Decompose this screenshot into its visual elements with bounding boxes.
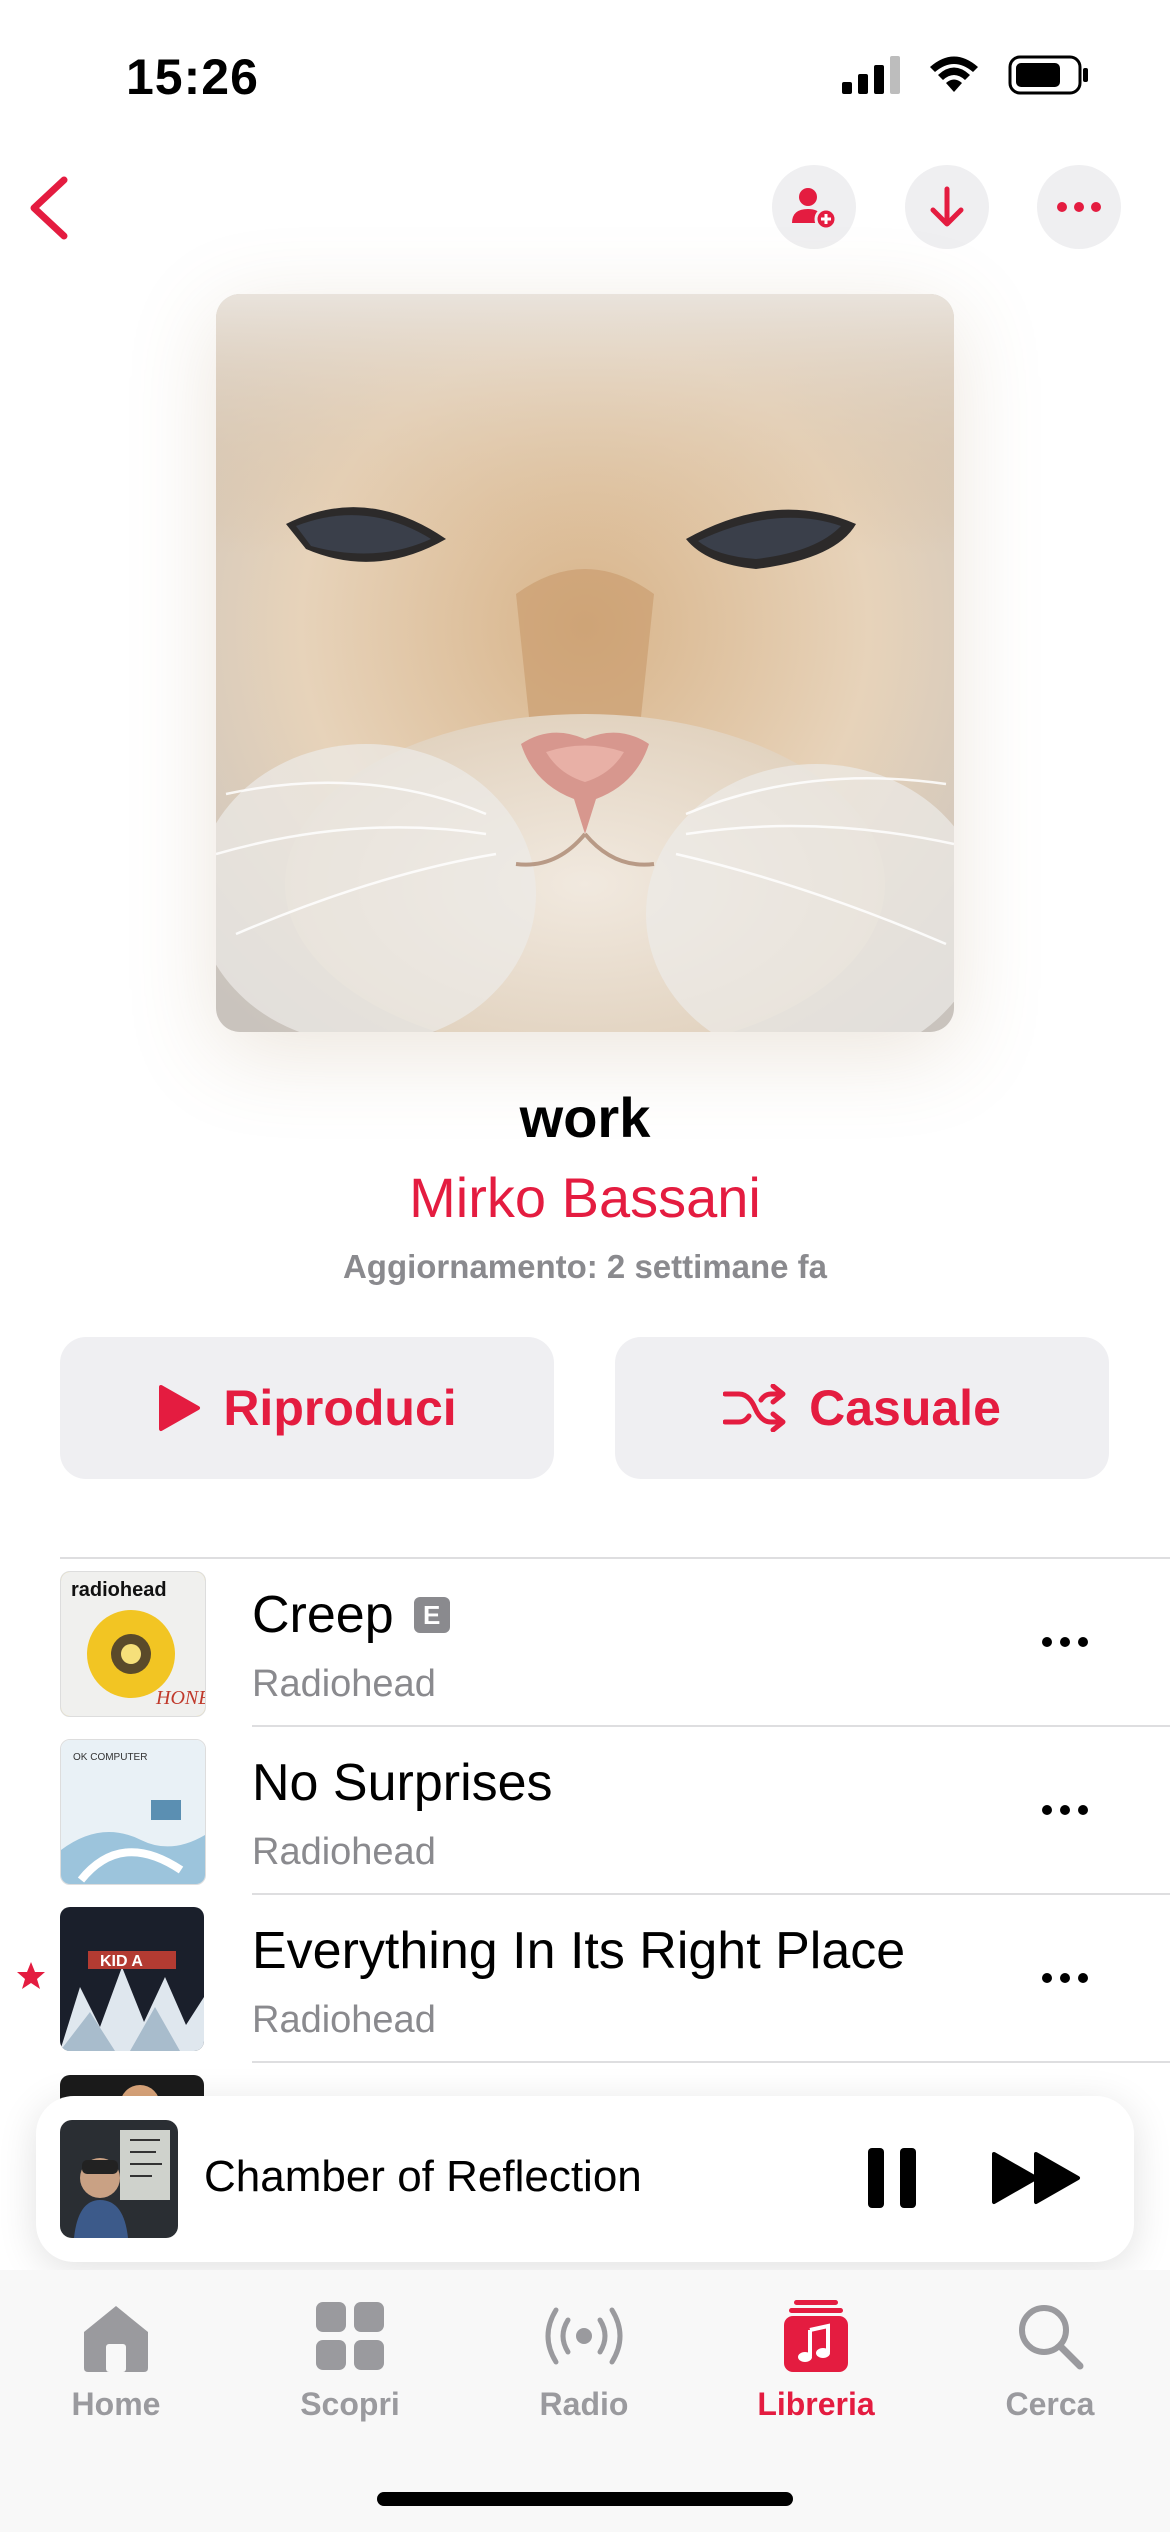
arrow-down-icon — [930, 186, 964, 227]
track-row-no-surprises[interactable]: OK COMPUTER No Surprises Radiohead — [0, 1727, 1170, 1895]
track-more-button[interactable] — [1030, 1775, 1100, 1845]
track-artwork-everything-in-its-right-place: KID A — [60, 1907, 204, 2051]
svg-text:HONEY: HONEY — [155, 1687, 205, 1709]
track-artist: Radiohead — [252, 1831, 436, 1873]
playlist-artwork — [216, 294, 954, 1032]
track-row-everything-in-its-right-place[interactable]: KID A Everything In Its Right Place Radi… — [0, 1895, 1170, 2063]
tab-libreria[interactable]: Libreria — [726, 2300, 906, 2423]
shuffle-button-label: Casuale — [809, 1380, 1001, 1436]
playlist-title: work — [519, 1086, 651, 1149]
now-playing-artwork — [60, 2120, 178, 2238]
playlist-author[interactable]: Mirko Bassani — [0, 1165, 1170, 1230]
play-button[interactable]: Riproduci — [60, 1337, 554, 1479]
tab-label: Home — [71, 2386, 161, 2422]
track-more-button[interactable] — [1030, 1607, 1100, 1677]
mini-player[interactable]: Chamber of Reflection — [36, 2096, 1134, 2262]
favorite-star-icon — [17, 1962, 45, 1989]
svg-text:radiohead: radiohead — [71, 1579, 167, 1601]
tab-label: Scopri — [300, 2386, 400, 2422]
track-artist: Radiohead — [252, 1663, 436, 1705]
shuffle-button[interactable]: Casuale — [615, 1337, 1109, 1479]
wifi-icon — [930, 56, 978, 92]
track-divider — [252, 2061, 1170, 2063]
back-button[interactable] — [20, 170, 90, 246]
svg-text:OK COMPUTER: OK COMPUTER — [73, 1752, 147, 1763]
library-music-icon — [784, 2300, 848, 2372]
cat-photo — [216, 294, 954, 1032]
track-artist: Radiohead — [252, 1999, 436, 2041]
tab-label: Cerca — [1005, 2386, 1095, 2422]
play-button-label: Riproduci — [223, 1380, 457, 1436]
ellipsis-icon — [1042, 1805, 1088, 1815]
ellipsis-icon — [1042, 1637, 1088, 1647]
now-playing-title: Chamber of Reflection — [204, 2152, 642, 2201]
pablo-honey-cover: HONEY radiohead — [61, 1572, 205, 1716]
chamber-of-reflection-cover — [60, 2120, 178, 2238]
track-artwork-creep: HONEY radiohead — [60, 1571, 206, 1717]
svg-text:KID A: KID A — [100, 1953, 143, 1970]
tab-cerca[interactable]: Cerca — [960, 2300, 1140, 2423]
track-more-button[interactable] — [1030, 1943, 1100, 2013]
pause-button[interactable] — [856, 2142, 928, 2214]
radio-broadcast-icon — [545, 2307, 623, 2365]
more-options-button[interactable] — [1037, 165, 1121, 249]
tab-label: Libreria — [757, 2386, 875, 2422]
play-icon — [159, 1385, 201, 1431]
search-icon — [1019, 2305, 1084, 2370]
ellipsis-icon — [1042, 1973, 1088, 1983]
explicit-badge: E — [413, 1597, 450, 1633]
track-title: Creep — [252, 1586, 394, 1644]
shuffle-icon — [723, 1384, 786, 1432]
status-icons — [842, 55, 1090, 95]
next-track-button[interactable] — [986, 2142, 1086, 2214]
playlist-updated: Aggiornamento: 2 settimane fa — [342, 1248, 828, 1285]
chevron-left-icon — [30, 176, 68, 240]
track-title: Everything In Its Right Place — [252, 1922, 906, 1980]
pause-icon — [868, 2148, 916, 2208]
add-collaborator-button[interactable] — [772, 165, 856, 249]
track-artwork-no-surprises: OK COMPUTER — [60, 1739, 206, 1885]
kid-a-cover: KID A — [60, 1907, 204, 2051]
tab-home[interactable]: Home — [26, 2300, 206, 2423]
home-icon — [84, 2306, 148, 2372]
download-button[interactable] — [905, 165, 989, 249]
battery-icon — [1008, 55, 1088, 95]
home-indicator — [377, 2492, 793, 2506]
cellular-signal-icon — [842, 56, 900, 94]
status-time: 15:26 — [126, 49, 259, 105]
track-title: No Surprises — [252, 1754, 553, 1812]
tab-label: Radio — [539, 2386, 629, 2422]
ok-computer-cover: OK COMPUTER — [61, 1740, 205, 1884]
ellipsis-icon — [1057, 202, 1101, 212]
grid-icon — [316, 2302, 384, 2370]
tab-radio[interactable]: Radio — [494, 2300, 674, 2423]
person-add-icon — [792, 188, 838, 231]
forward-icon — [992, 2152, 1080, 2204]
tab-scopri[interactable]: Scopri — [260, 2300, 440, 2423]
track-row-creep[interactable]: HONEY radiohead Creep E Radiohead — [0, 1559, 1170, 1727]
